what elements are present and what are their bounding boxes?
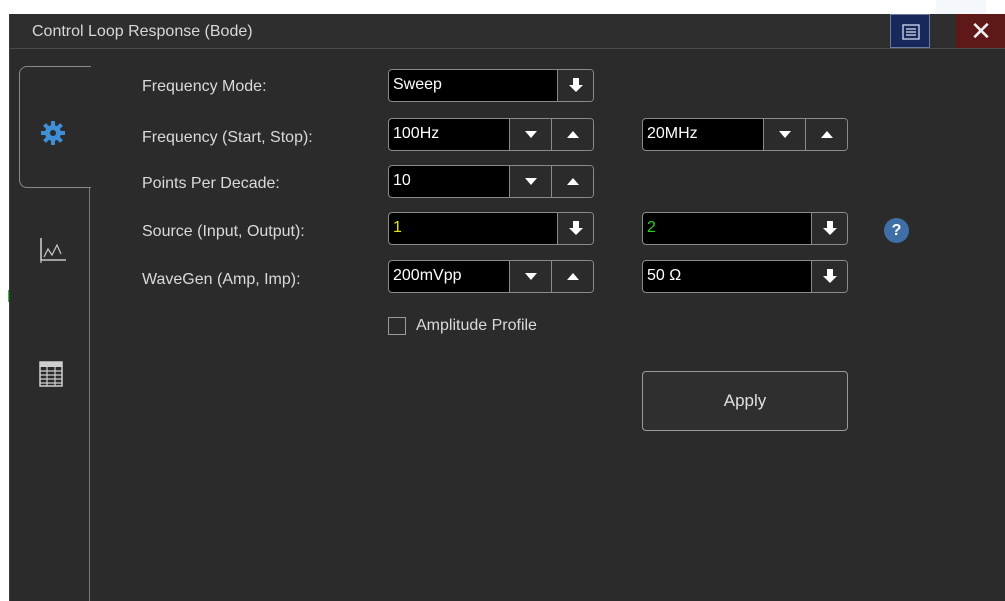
menu-button[interactable]	[890, 14, 930, 48]
source-output-select[interactable]: 2	[642, 212, 848, 245]
edge-marker	[8, 290, 9, 302]
points-per-decade-decrement[interactable]	[509, 166, 551, 197]
source-input-value: 1	[393, 219, 402, 236]
arrow-down-icon	[569, 78, 583, 92]
tab-divider	[89, 141, 90, 601]
frequency-mode-label: Frequency Mode:	[142, 78, 267, 95]
wavegen-amp-spinner[interactable]: 200mVpp	[388, 260, 594, 293]
wavegen-amp-decrement[interactable]	[509, 261, 551, 292]
amplitude-profile-checkbox[interactable]	[388, 317, 406, 335]
frequency-stop-value: 20MHz	[647, 125, 698, 142]
gear-icon	[41, 121, 65, 145]
title-bar: Control Loop Response (Bode) ✕	[10, 14, 1005, 49]
points-per-decade-increment[interactable]	[551, 166, 593, 197]
wavegen-amp-increment[interactable]	[551, 261, 593, 292]
background-edge	[936, 0, 986, 14]
frequency-start-increment[interactable]	[551, 119, 593, 150]
frequency-stop-increment[interactable]	[805, 119, 847, 150]
frequency-label: Frequency (Start, Stop):	[142, 129, 313, 146]
source-output-dropdown-button[interactable]	[811, 213, 847, 244]
frequency-stop-decrement[interactable]	[763, 119, 805, 150]
arrow-down-icon	[823, 269, 837, 283]
frequency-mode-value: Sweep	[393, 76, 442, 93]
source-label: Source (Input, Output):	[142, 223, 305, 240]
wavegen-imp-select[interactable]: 50 Ω	[642, 260, 848, 293]
menu-list-icon	[902, 24, 920, 40]
frequency-start-value: 100Hz	[393, 125, 440, 142]
points-per-decade-spinner[interactable]: 10	[388, 165, 594, 198]
wavegen-label: WaveGen (Amp, Imp):	[142, 271, 301, 288]
arrow-down-icon	[569, 221, 583, 235]
close-button[interactable]: ✕	[956, 14, 1005, 48]
tab-chart[interactable]	[24, 219, 84, 279]
dialog-window: Control Loop Response (Bode) ✕ Frequency…	[9, 14, 1005, 601]
triangle-up-icon	[567, 131, 579, 138]
frequency-mode-dropdown-button[interactable]	[557, 70, 593, 101]
triangle-down-icon	[779, 131, 791, 138]
source-output-value: 2	[647, 219, 656, 236]
frequency-stop-spinner[interactable]: 20MHz	[642, 118, 848, 151]
tab-column	[10, 49, 91, 601]
window-title: Control Loop Response (Bode)	[32, 23, 253, 40]
triangle-down-icon	[525, 273, 537, 280]
apply-button[interactable]: Apply	[642, 371, 848, 431]
wavegen-amp-value: 200mVpp	[393, 267, 462, 284]
table-icon	[39, 361, 63, 387]
arrow-down-icon	[823, 221, 837, 235]
source-input-select[interactable]: 1	[388, 212, 594, 245]
triangle-down-icon	[525, 131, 537, 138]
source-input-dropdown-button[interactable]	[557, 213, 593, 244]
wavegen-imp-dropdown-button[interactable]	[811, 261, 847, 292]
amplitude-profile-label: Amplitude Profile	[416, 317, 537, 334]
triangle-up-icon	[567, 273, 579, 280]
triangle-up-icon	[821, 131, 833, 138]
frequency-start-spinner[interactable]: 100Hz	[388, 118, 594, 151]
frequency-start-decrement[interactable]	[509, 119, 551, 150]
triangle-up-icon	[567, 178, 579, 185]
frequency-mode-select[interactable]: Sweep	[388, 69, 594, 102]
wavegen-imp-value: 50 Ω	[647, 267, 682, 284]
points-per-decade-label: Points Per Decade:	[142, 175, 280, 192]
chart-icon	[40, 238, 66, 263]
help-icon[interactable]: ?	[884, 218, 909, 243]
tab-table[interactable]	[24, 344, 84, 404]
triangle-down-icon	[525, 178, 537, 185]
close-icon: ✕	[970, 16, 992, 46]
points-per-decade-value: 10	[393, 172, 411, 189]
